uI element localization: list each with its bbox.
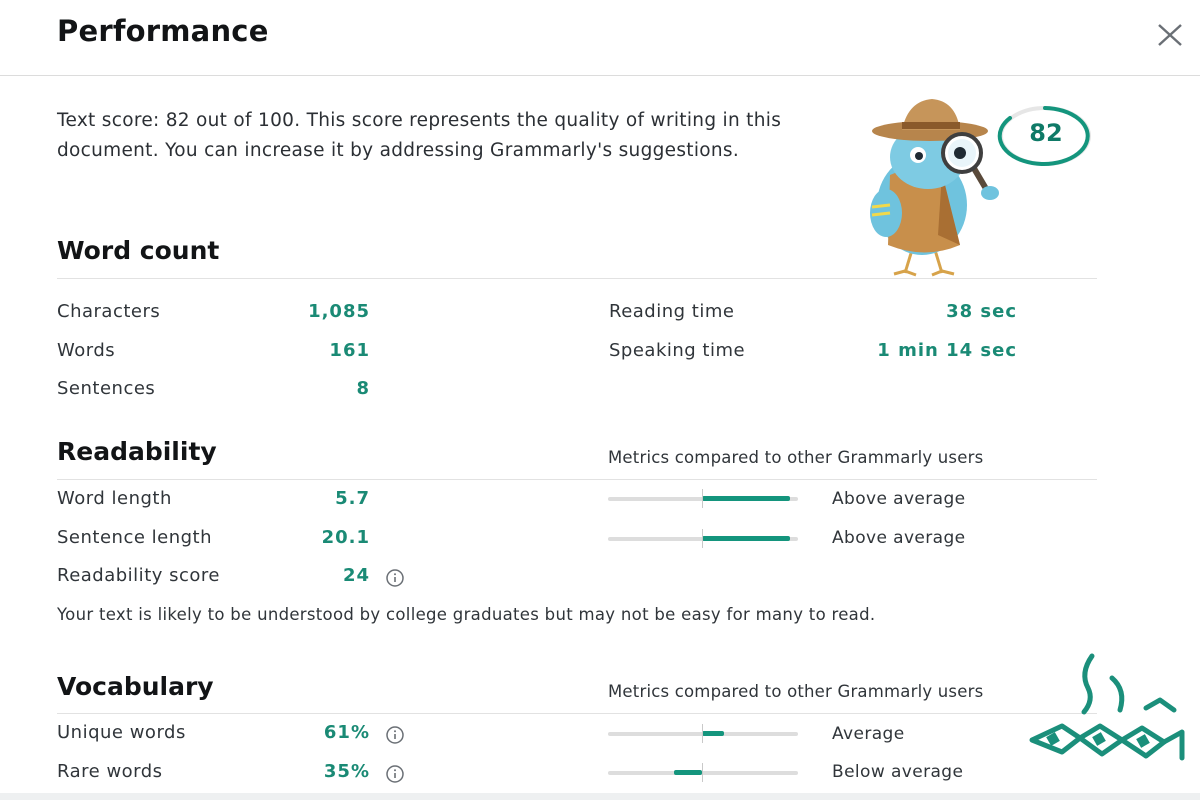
page-title: Performance — [57, 14, 269, 48]
unique-words-bar-fill — [702, 731, 724, 736]
close-button[interactable] — [1152, 20, 1188, 50]
bar-average-marker — [702, 724, 703, 743]
word-length-rating: Above average — [832, 489, 966, 509]
unique-words-rating: Average — [832, 724, 905, 744]
vocabulary-title: Vocabulary — [57, 672, 214, 701]
reading-time-label: Reading time — [609, 301, 735, 322]
word-count-divider — [57, 278, 1097, 279]
sentence-length-rating: Above average — [832, 528, 966, 548]
sentences-value: 8 — [356, 378, 370, 399]
word-count-title: Word count — [57, 236, 220, 265]
readability-score-label: Readability score — [57, 565, 220, 586]
unique-words-bar — [608, 724, 798, 743]
panel-header: Performance — [0, 0, 1200, 76]
detective-bird-illustration — [870, 99, 999, 277]
word-length-label: Word length — [57, 488, 172, 509]
bar-average-marker — [702, 489, 703, 508]
word-length-bar — [608, 489, 798, 508]
word-length-value: 5.7 — [335, 488, 370, 509]
unique-words-label: Unique words — [57, 722, 186, 743]
score-value: 82 — [1029, 119, 1063, 147]
sentence-length-bar-fill — [702, 536, 790, 541]
word-length-bar-fill — [702, 496, 790, 501]
info-icon[interactable] — [385, 568, 405, 588]
sentence-length-value: 20.1 — [321, 527, 370, 548]
vocabulary-divider — [57, 713, 1097, 714]
rare-words-bar-fill — [674, 770, 702, 775]
sentences-label: Sentences — [57, 378, 156, 399]
rare-words-label: Rare words — [57, 761, 163, 782]
words-label: Words — [57, 340, 116, 361]
readability-message: Your text is likely to be understood by … — [57, 605, 876, 624]
info-icon[interactable] — [385, 764, 405, 784]
close-icon — [1158, 24, 1182, 46]
readability-title: Readability — [57, 437, 217, 466]
vocabulary-compare-note: Metrics compared to other Grammarly user… — [608, 682, 984, 701]
rare-words-value: 35% — [323, 761, 370, 782]
footer-strip — [0, 793, 1200, 800]
readability-score-value: 24 — [342, 565, 370, 586]
watermark-logo — [1029, 653, 1185, 761]
unique-words-value: 61% — [323, 722, 370, 743]
bar-average-marker — [702, 529, 703, 548]
info-icon[interactable] — [385, 725, 405, 745]
rare-words-bar — [608, 763, 798, 782]
readability-compare-note: Metrics compared to other Grammarly user… — [608, 448, 984, 467]
speaking-time-value: 1 min 14 sec — [877, 340, 1017, 361]
speaking-time-label: Speaking time — [609, 340, 746, 361]
rare-words-rating: Below average — [832, 762, 964, 782]
sentence-length-label: Sentence length — [57, 527, 213, 548]
characters-label: Characters — [57, 301, 161, 322]
readability-divider — [57, 479, 1097, 480]
bar-average-marker — [702, 763, 703, 782]
score-description: Text score: 82 out of 100. This score re… — [57, 110, 782, 161]
characters-value: 1,085 — [308, 301, 370, 322]
reading-time-value: 38 sec — [946, 301, 1017, 322]
words-value: 161 — [329, 340, 370, 361]
sentence-length-bar — [608, 529, 798, 548]
